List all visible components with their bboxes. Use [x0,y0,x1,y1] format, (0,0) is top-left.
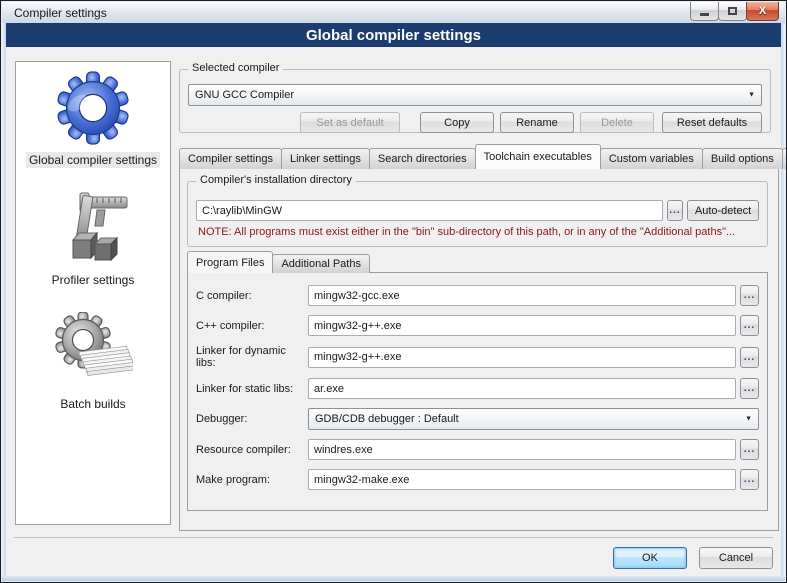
c-compiler-input[interactable] [308,285,736,306]
debugger-label: Debugger: [196,413,308,425]
maximize-button[interactable] [718,2,747,21]
tab-partial[interactable] [782,148,787,169]
compiler-select-value: GNU GCC Compiler [195,89,294,101]
compiler-select[interactable]: GNU GCC Compiler ▼ [188,84,762,106]
install-directory-row: ... Auto-detect [196,200,759,221]
cpp-compiler-input[interactable] [308,315,736,336]
field-row-static-linker: Linker for static libs: ... [196,378,759,399]
sidebar-item-label: Batch builds [57,396,128,412]
delete-button: Delete [580,112,654,133]
minimize-icon [700,13,709,16]
field-row-resource-compiler: Resource compiler: ... [196,439,759,460]
browse-static-linker-button[interactable]: ... [740,378,759,399]
settings-category-list: Global compiler settings [15,61,171,525]
close-icon: X [759,5,766,17]
title-bar[interactable]: Compiler settings X [2,2,785,23]
window-frame-bottom [2,576,785,581]
sidebar-item-profiler-settings[interactable]: Profiler settings [49,188,138,288]
dynamic-linker-label: Linker for dynamic libs: [196,345,308,369]
install-directory-group-label: Compiler's installation directory [196,174,356,186]
browse-make-program-button[interactable]: ... [740,469,759,490]
cancel-button[interactable]: Cancel [699,547,773,569]
rename-button[interactable]: Rename [500,112,574,133]
blue-gear-icon [53,68,133,148]
tab-toolchain-executables[interactable]: Toolchain executables [475,144,601,169]
selected-compiler-group: Selected compiler GNU GCC Compiler ▼ Set… [179,69,771,133]
cpp-compiler-label: C++ compiler: [196,320,308,332]
sidebar-item-label: Profiler settings [49,272,138,288]
resource-compiler-label: Resource compiler: [196,444,308,456]
tab-custom-variables[interactable]: Custom variables [600,148,703,169]
sidebar-item-batch-builds[interactable]: Batch builds [53,312,133,412]
window-controls: X [691,2,779,21]
browse-dynamic-linker-button[interactable]: ... [740,347,759,368]
dynamic-linker-input[interactable] [308,347,736,368]
subtab-program-files[interactable]: Program Files [187,251,273,273]
dialog-header: Global compiler settings [6,23,781,47]
install-directory-input[interactable] [196,200,663,221]
copy-button[interactable]: Copy [420,112,494,133]
chevron-down-icon: ▼ [748,92,755,99]
resource-compiler-input[interactable] [308,439,736,460]
sidebar-item-global-compiler-settings[interactable]: Global compiler settings [26,68,160,168]
field-row-debugger: Debugger: GDB/CDB debugger : Default ▼ [196,408,759,430]
browse-resource-compiler-button[interactable]: ... [740,439,759,460]
gray-gear-stack-icon [53,312,133,392]
chevron-down-icon: ▼ [745,416,752,423]
program-files-panel: C compiler: ... C++ compiler: ... Linker… [187,272,768,511]
tab-build-options[interactable]: Build options [702,148,783,169]
set-as-default-button: Set as default [300,112,400,133]
auto-detect-button[interactable]: Auto-detect [687,200,759,221]
subtab-additional-paths[interactable]: Additional Paths [272,254,370,273]
sidebar-item-label: Global compiler settings [26,152,160,168]
browse-cpp-compiler-button[interactable]: ... [740,315,759,336]
dialog-header-title: Global compiler settings [306,27,481,44]
static-linker-input[interactable] [308,378,736,399]
browse-directory-button[interactable]: ... [667,200,683,221]
field-row-dynamic-linker: Linker for dynamic libs: ... [196,345,759,369]
settings-tab-strip: Compiler settings Linker settings Search… [179,144,787,169]
install-directory-note: NOTE: All programs must exist either in … [198,226,759,238]
debugger-select[interactable]: GDB/CDB debugger : Default ▼ [308,408,759,430]
tab-linker-settings[interactable]: Linker settings [281,148,370,169]
close-button[interactable]: X [746,2,779,21]
footer-divider [14,537,773,538]
tab-search-directories[interactable]: Search directories [369,148,476,169]
tab-compiler-settings[interactable]: Compiler settings [179,148,282,169]
compiler-settings-dialog: Compiler settings X Global compiler sett… [0,0,787,583]
window-frame-right [781,2,785,581]
reset-defaults-button[interactable]: Reset defaults [662,112,762,133]
dialog-body: Global compiler settings [6,47,781,576]
debugger-select-value: GDB/CDB debugger : Default [315,413,459,425]
window-title: Compiler settings [2,6,107,20]
field-row-c-compiler: C compiler: ... [196,285,759,306]
field-row-make-program: Make program: ... [196,469,759,490]
field-row-cpp-compiler: C++ compiler: ... [196,315,759,336]
browse-c-compiler-button[interactable]: ... [740,285,759,306]
caliper-icon [53,188,133,268]
selected-compiler-group-label: Selected compiler [188,62,283,74]
minimize-button[interactable] [690,2,719,21]
compiler-actions-row: Set as default Copy Rename Delete Reset … [188,112,762,133]
c-compiler-label: C compiler: [196,290,308,302]
make-program-label: Make program: [196,474,308,486]
restore-icon [728,7,737,15]
toolchain-subtab-strip: Program Files Additional Paths [187,251,369,273]
static-linker-label: Linker for static libs: [196,383,308,395]
install-directory-group: Compiler's installation directory ... Au… [187,181,768,247]
ok-button[interactable]: OK [613,547,687,569]
make-program-input[interactable] [308,469,736,490]
